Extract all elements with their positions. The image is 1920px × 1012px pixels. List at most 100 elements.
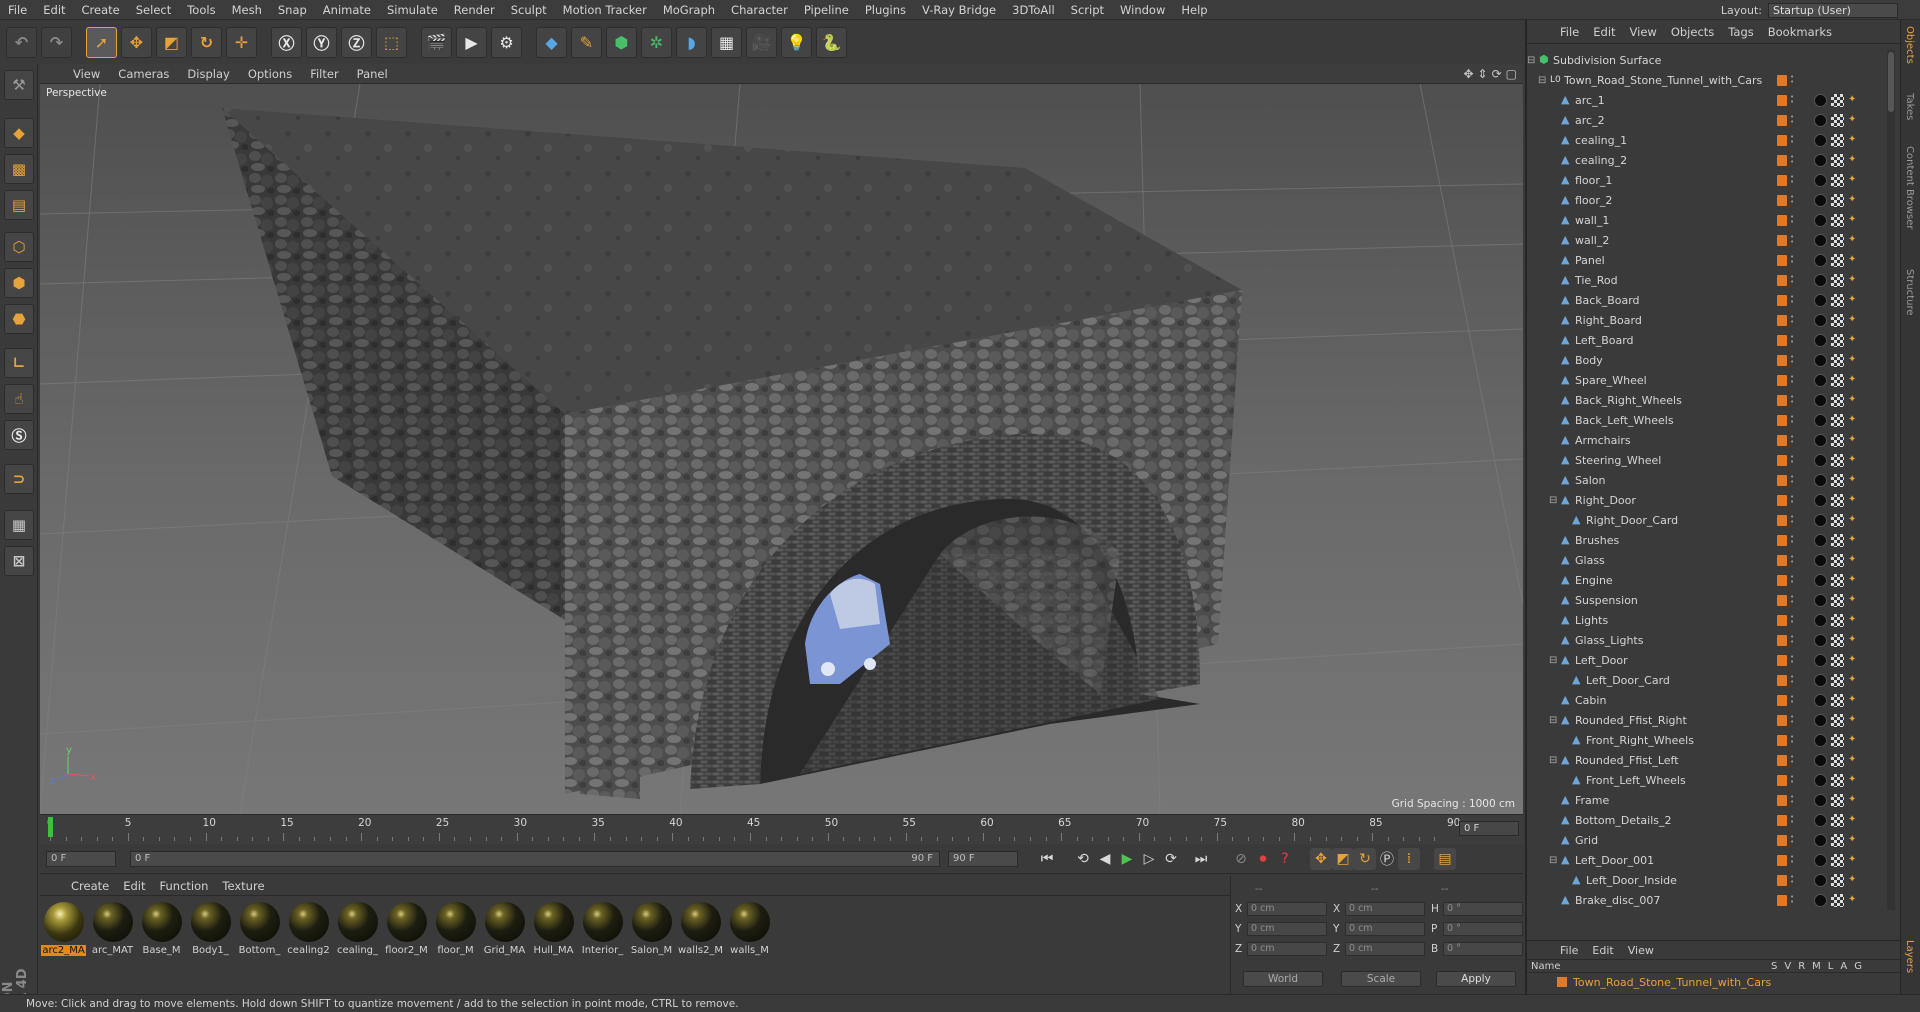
texture-tag-icon[interactable]: ✦ (1848, 374, 1860, 386)
visibility-dots-icon[interactable]: • • (1790, 373, 1798, 386)
texture-tag-icon[interactable]: ✦ (1848, 574, 1860, 586)
visibility-dots-icon[interactable]: • • (1790, 293, 1798, 306)
texture-tag-icon[interactable]: ✦ (1848, 634, 1860, 646)
texture-tag-icon[interactable]: ✦ (1848, 554, 1860, 566)
material-tag-icon[interactable] (1814, 773, 1827, 787)
uvw-tag-icon[interactable] (1831, 593, 1844, 607)
visibility-dots-icon[interactable]: • • (1790, 793, 1798, 806)
menu-3dtoall[interactable]: 3DToAll (1004, 3, 1063, 17)
texture-tag-icon[interactable]: ✦ (1848, 94, 1860, 106)
cloner-icon[interactable]: ✲ (641, 26, 672, 58)
tweak-mode-icon[interactable]: ☝ (4, 384, 34, 414)
visibility-dots-icon[interactable]: • • (1790, 653, 1798, 666)
locked-workplane-icon[interactable]: ⊠ (4, 546, 34, 576)
material-tag-icon[interactable] (1814, 853, 1827, 867)
tree-row[interactable]: ▲ Right_Board • • ✦ (1527, 310, 1902, 330)
uvw-tag-icon[interactable] (1831, 153, 1844, 167)
visibility-dots-icon[interactable]: • • (1790, 513, 1798, 526)
tree-row[interactable]: ▲ wall_2 • • ✦ (1527, 230, 1902, 250)
visibility-dots-icon[interactable]: • • (1790, 893, 1798, 906)
material-tag-icon[interactable] (1814, 793, 1827, 807)
visibility-dots-icon[interactable]: • • (1790, 413, 1798, 426)
menu-window[interactable]: Window (1112, 3, 1173, 17)
visibility-dots-icon[interactable]: • • (1790, 133, 1798, 146)
menu-plugins[interactable]: Plugins (857, 3, 914, 17)
material-tag-icon[interactable] (1814, 453, 1827, 467)
uvw-tag-icon[interactable] (1831, 233, 1844, 247)
visibility-dots-icon[interactable]: • • (1790, 213, 1798, 226)
material-tag-icon[interactable] (1814, 813, 1827, 827)
orbit-icon[interactable]: ⟳ (1492, 67, 1502, 81)
objects-menu-view[interactable]: View (1623, 25, 1664, 39)
visibility-dots-icon[interactable]: • • (1790, 333, 1798, 346)
uvw-tag-icon[interactable] (1831, 513, 1844, 527)
menu-sculpt[interactable]: Sculpt (503, 3, 555, 17)
previous-key-icon[interactable]: ⟲ (1072, 848, 1094, 870)
visibility-dots-icon[interactable]: • • (1790, 233, 1798, 246)
side-tab-layers[interactable]: Layers (1904, 940, 1915, 973)
viewport-menu-options[interactable]: Options (239, 67, 301, 81)
keyframe-selection-icon[interactable]: ⊘ (1230, 848, 1252, 870)
material-tag-icon[interactable] (1814, 613, 1827, 627)
material-item[interactable]: Body1_ (189, 902, 232, 956)
menu-mesh[interactable]: Mesh (224, 3, 270, 17)
side-tab-content-browser[interactable]: Content Browser (1904, 146, 1915, 229)
rotation-field[interactable]: 0 ° (1443, 941, 1523, 956)
next-frame-icon[interactable]: ▷ (1138, 848, 1160, 870)
material-item[interactable]: walls_M (728, 902, 771, 956)
tree-row[interactable]: ⊟ ▲ Rounded_Ffist_Right • • ✦ (1527, 710, 1902, 730)
material-tag-icon[interactable] (1814, 253, 1827, 267)
uvw-tag-icon[interactable] (1831, 193, 1844, 207)
menu-help[interactable]: Help (1173, 3, 1215, 17)
live-selection-icon[interactable]: ➚ (86, 26, 117, 58)
visibility-dots-icon[interactable]: • • (1790, 433, 1798, 446)
material-tag-icon[interactable] (1814, 373, 1827, 387)
material-tag-icon[interactable] (1814, 113, 1827, 127)
material-tag-icon[interactable] (1814, 893, 1827, 907)
texture-tag-icon[interactable]: ✦ (1848, 654, 1860, 666)
apply-button[interactable]: Apply (1436, 971, 1516, 987)
menu-snap[interactable]: Snap (270, 3, 315, 17)
texture-tag-icon[interactable]: ✦ (1848, 494, 1860, 506)
uvw-tag-icon[interactable] (1831, 653, 1844, 667)
toggle-view-icon[interactable]: ▢ (1506, 67, 1517, 81)
model-mode-icon[interactable]: ◆ (4, 118, 34, 148)
menu-simulate[interactable]: Simulate (379, 3, 446, 17)
material-tag-icon[interactable] (1814, 513, 1827, 527)
material-tag-icon[interactable] (1814, 593, 1827, 607)
menu-v-ray-bridge[interactable]: V-Ray Bridge (914, 3, 1004, 17)
material-tag-icon[interactable] (1814, 753, 1827, 767)
texture-tag-icon[interactable]: ✦ (1848, 714, 1860, 726)
menu-pipeline[interactable]: Pipeline (796, 3, 857, 17)
render-picture-viewer-icon[interactable]: ▶ (456, 26, 487, 58)
material-tag-icon[interactable] (1814, 133, 1827, 147)
current-frame-field[interactable]: 0 F (1459, 821, 1519, 836)
floor-icon[interactable]: ▦ (711, 26, 742, 58)
point-level-animation-icon[interactable]: ⁞ (1398, 847, 1420, 870)
side-tab-takes[interactable]: Takes (1904, 93, 1915, 120)
uvw-tag-icon[interactable] (1831, 333, 1844, 347)
viewport-menu-display[interactable]: Display (178, 67, 238, 81)
tree-row[interactable]: ▲ cealing_2 • • ✦ (1527, 150, 1902, 170)
material-tag-icon[interactable] (1814, 493, 1827, 507)
material-tag-icon[interactable] (1814, 533, 1827, 547)
menu-character[interactable]: Character (723, 3, 796, 17)
tree-row[interactable]: ⊟ ▲ Left_Door_001 • • ✦ (1527, 850, 1902, 870)
material-item[interactable]: cealing_ (336, 902, 379, 956)
texture-tag-icon[interactable]: ✦ (1848, 394, 1860, 406)
expand-toggle-icon[interactable]: ⊟ (1527, 55, 1535, 66)
tree-row[interactable]: ▲ Bottom_Details_2 • • ✦ (1527, 810, 1902, 830)
workplane-grid-icon[interactable]: ▦ (4, 510, 34, 540)
texture-tag-icon[interactable]: ✦ (1848, 514, 1860, 526)
visibility-dots-icon[interactable]: • • (1790, 813, 1798, 826)
light-icon[interactable]: 💡 (781, 26, 812, 58)
material-item[interactable]: floor_M (434, 902, 477, 956)
texture-tag-icon[interactable]: ✦ (1848, 334, 1860, 346)
record-active-icon[interactable]: ⏺ (1252, 848, 1274, 870)
texture-tag-icon[interactable]: ✦ (1848, 814, 1860, 826)
material-tag-icon[interactable] (1814, 733, 1827, 747)
material-tag-icon[interactable] (1814, 313, 1827, 327)
uvw-tag-icon[interactable] (1831, 93, 1844, 107)
material-menu-create[interactable]: Create (64, 879, 116, 893)
scale-mode-dropdown[interactable]: Scale (1341, 971, 1421, 987)
